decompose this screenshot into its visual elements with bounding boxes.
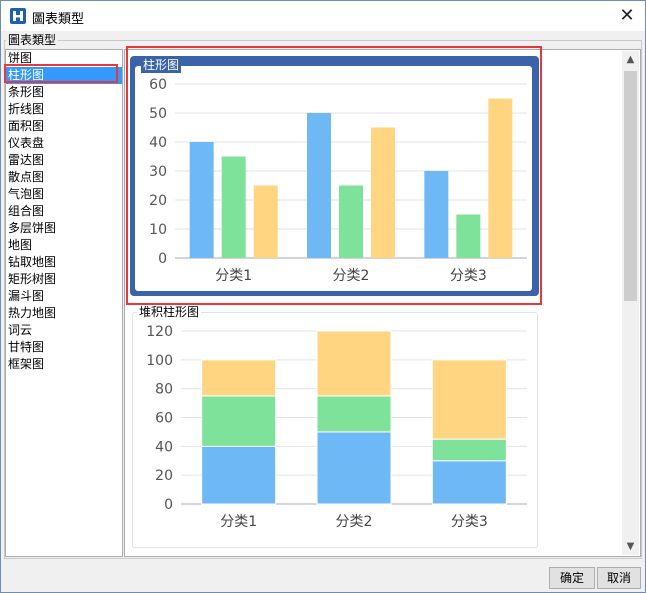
preview-card-column[interactable]: 0 10 20 30 40 50 60 分类1 分类2 分类3 柱形图 <box>130 56 539 296</box>
chart-type-item[interactable]: 钻取地图 <box>6 254 122 271</box>
dialog-title: 圖表類型 <box>32 12 85 27</box>
y-tick-label: 80 <box>155 382 173 398</box>
bar <box>307 113 331 258</box>
scroll-down-arrow-icon[interactable]: ▼ <box>622 538 639 555</box>
preview-card-stacked-column[interactable]: 0 20 40 60 80 100 120 分类1 分类2 分类3 <box>132 312 538 548</box>
stacked-column-chart: 0 20 40 60 80 100 120 分类1 分类2 分类3 <box>146 324 527 530</box>
bar <box>221 156 246 258</box>
chart-type-item[interactable]: 雷达图 <box>6 152 122 169</box>
close-button[interactable]: ✕ <box>615 4 639 28</box>
bar <box>424 171 449 258</box>
chart-type-item[interactable]: 热力地图 <box>6 305 122 322</box>
chart-type-item[interactable]: 漏斗图 <box>6 288 122 305</box>
chart-type-item[interactable]: 多层饼图 <box>6 220 122 237</box>
chart-type-item[interactable]: 组合图 <box>6 203 122 220</box>
y-tick-label: 20 <box>149 193 167 209</box>
bar <box>316 395 392 433</box>
bar <box>431 359 507 440</box>
bar <box>201 359 277 397</box>
cancel-button[interactable]: 取消 <box>597 567 641 589</box>
ok-button[interactable]: 确定 <box>549 567 595 589</box>
bar <box>339 185 363 258</box>
column-chart: 0 10 20 30 40 50 60 分类1 分类2 分类3 <box>149 77 527 284</box>
bar <box>253 185 278 258</box>
chart-type-item[interactable]: 词云 <box>6 322 122 339</box>
bar <box>488 98 513 258</box>
y-tick-label: 50 <box>149 106 167 122</box>
y-tick-label: 60 <box>149 77 167 93</box>
bar <box>431 460 507 505</box>
group-legend: 圖表類型 <box>6 31 59 48</box>
bar <box>456 214 481 258</box>
x-tick-label: 分类1 <box>220 514 257 530</box>
bar <box>371 127 395 258</box>
chart-type-item[interactable]: 散点图 <box>6 169 122 186</box>
chart-type-item[interactable]: 条形图 <box>6 84 122 101</box>
chart-type-item[interactable]: 仪表盘 <box>6 135 122 152</box>
chart-type-item[interactable]: 面积图 <box>6 118 122 135</box>
app-logo-icon <box>10 8 26 24</box>
preview-card-label: 柱形图 <box>141 56 182 73</box>
preview-card-label-partial <box>147 549 151 555</box>
y-tick-label: 120 <box>146 324 173 340</box>
bar <box>316 330 392 397</box>
preview-card-label: 堆积柱形图 <box>137 303 202 320</box>
bar <box>201 445 277 505</box>
bar <box>201 395 277 447</box>
y-tick-label: 20 <box>155 468 173 484</box>
chart-type-item[interactable]: 气泡图 <box>6 186 122 203</box>
title-bar: 圖表類型 ✕ <box>1 1 645 31</box>
y-tick-label: 0 <box>164 497 173 513</box>
bar <box>431 438 507 462</box>
bar <box>316 431 392 505</box>
chart-type-item[interactable]: 地图 <box>6 237 122 254</box>
bar <box>189 142 214 258</box>
y-tick-label: 0 <box>158 251 167 267</box>
x-tick-label: 分类1 <box>215 268 252 284</box>
y-tick-label: 10 <box>149 222 167 238</box>
chart-type-item[interactable]: 甘特图 <box>6 339 122 356</box>
y-tick-label: 40 <box>155 439 173 455</box>
scroll-thumb[interactable] <box>624 71 637 301</box>
y-tick-label: 100 <box>146 353 173 369</box>
chart-type-list[interactable]: 饼图 柱形图 条形图 折线图 面积图 仪表盘 雷达图 散点图 气泡图 组合图 多层饼图 地图 钻取地图矩… <box>5 49 123 557</box>
y-tick-label: 30 <box>149 164 167 180</box>
x-tick-label: 分类3 <box>451 514 488 530</box>
y-tick-label: 60 <box>155 411 173 427</box>
chart-type-item[interactable]: 折线图 <box>6 101 122 118</box>
x-tick-label: 分类2 <box>336 514 373 530</box>
scroll-up-arrow-icon[interactable]: ▲ <box>622 51 639 68</box>
chart-type-item[interactable]: 矩形树图 <box>6 271 122 288</box>
x-tick-label: 分类3 <box>450 268 487 284</box>
selected-item-highlight <box>4 64 118 83</box>
y-tick-label: 40 <box>149 135 167 151</box>
chart-type-item[interactable]: 框架图 <box>6 356 122 373</box>
preview-scrollbar[interactable]: ▲ ▼ <box>622 51 639 555</box>
x-tick-label: 分类2 <box>333 268 370 284</box>
chart-preview-panel[interactable]: 0 10 20 30 40 50 60 分类1 分类2 分类3 柱形图 0 20 40 60 80 100 1… <box>124 49 641 557</box>
